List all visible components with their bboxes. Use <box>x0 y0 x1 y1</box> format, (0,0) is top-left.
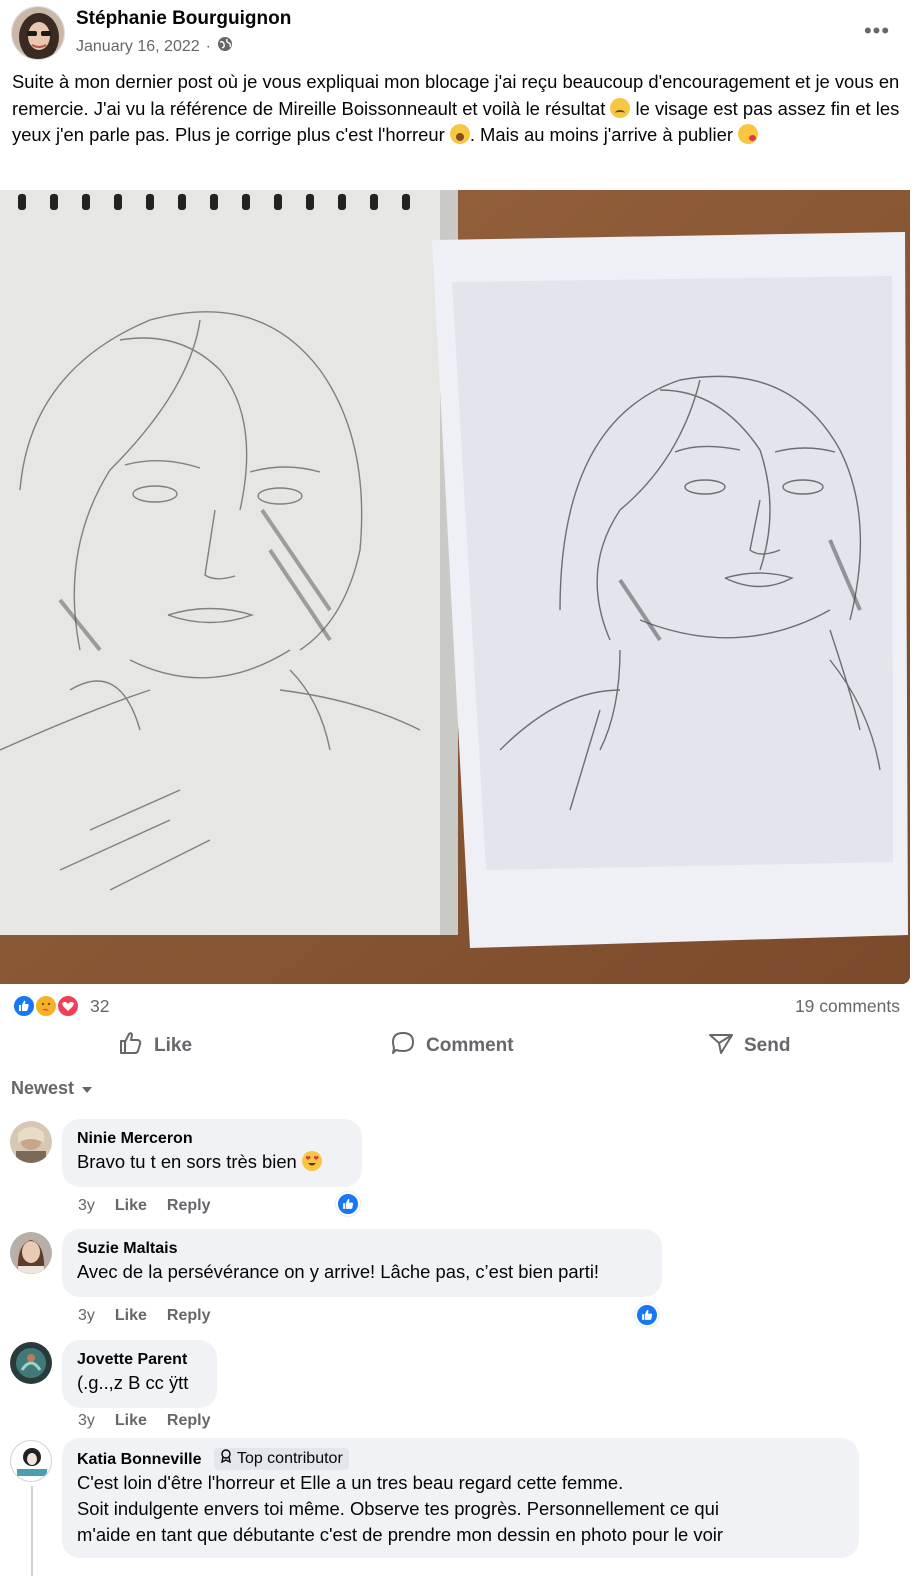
badge-label: Top contributor <box>236 1450 343 1467</box>
comment-actions: 3y Like Reply <box>78 1307 211 1325</box>
comment-age[interactable]: 3y <box>78 1197 95 1215</box>
commenter-name-row: Katia Bonneville Top contributor <box>77 1448 843 1470</box>
send-icon <box>708 1030 734 1062</box>
disappointed-face-icon <box>610 97 631 118</box>
send-label: Send <box>744 1035 791 1056</box>
comment-actions: 3y Like Reply <box>78 1412 211 1430</box>
comment-like-button[interactable]: Like <box>115 1307 147 1325</box>
crying-face-icon <box>449 124 470 144</box>
caret-down-icon <box>82 1086 93 1093</box>
like-label: Like <box>154 1035 193 1056</box>
commenter-avatar[interactable] <box>10 1440 52 1482</box>
author-avatar[interactable] <box>11 6 65 60</box>
care-reaction-icon <box>34 994 58 1018</box>
commenter-avatar[interactable] <box>10 1121 52 1163</box>
top-contributor-badge: Top contributor <box>213 1448 349 1470</box>
reaction-count[interactable]: 32 <box>90 996 109 1017</box>
comment-icon <box>390 1030 416 1062</box>
post-header: Stéphanie Bourguignon January 16, 2022 ·… <box>0 0 924 70</box>
reply-thread-line <box>31 1486 33 1576</box>
comment-text-content: Bravo tu t en sors très bien <box>77 1151 297 1172</box>
comment-bubble: Jovette Parent (.g..,z B cc ÿtt <box>62 1340 217 1408</box>
comment-text: Avec de la persévérance on y arrive! Lâc… <box>77 1261 600 1282</box>
post-text: Suite à mon dernier post où je vous expl… <box>12 69 912 149</box>
post-meta: January 16, 2022 · <box>76 36 233 57</box>
globe-icon <box>217 36 233 57</box>
comment-sort-dropdown[interactable]: Newest <box>11 1078 93 1099</box>
thumbs-up-icon <box>118 1030 144 1062</box>
action-bar: Like Comment Send <box>0 1028 924 1068</box>
comment-text: (.g..,z B cc ÿtt <box>77 1372 189 1393</box>
comment-reply-button[interactable]: Reply <box>167 1412 211 1430</box>
reactions-summary: 32 19 comments <box>12 992 900 1020</box>
meta-separator: · <box>205 37 211 55</box>
commenter-name[interactable]: Jovette Parent <box>77 1350 201 1370</box>
kiss-face-icon <box>738 124 759 144</box>
comment-reply-button[interactable]: Reply <box>167 1197 211 1215</box>
comment-label: Comment <box>426 1035 514 1056</box>
comment-like-button[interactable]: Like <box>115 1197 147 1215</box>
comment-like-button[interactable]: Like <box>115 1412 147 1430</box>
commenter-avatar[interactable] <box>10 1232 52 1274</box>
comment-like-reaction-icon[interactable] <box>635 1303 659 1327</box>
like-button[interactable]: Like <box>118 1028 192 1064</box>
comment-bubble: Katia Bonneville Top contributor C'est l… <box>62 1438 859 1558</box>
comment-age[interactable]: 3y <box>78 1307 95 1325</box>
comment-actions: 3y Like Reply <box>78 1197 211 1215</box>
send-button[interactable]: Send <box>708 1028 790 1064</box>
post-image[interactable] <box>0 190 910 984</box>
comment-age[interactable]: 3y <box>78 1412 95 1430</box>
commenter-name[interactable]: Ninie Merceron <box>77 1129 346 1149</box>
comment-text: Bravo tu t en sors très bien <box>77 1149 346 1175</box>
reaction-icons[interactable] <box>12 994 84 1018</box>
comment-like-reaction-icon[interactable] <box>336 1192 360 1216</box>
comment-button[interactable]: Comment <box>390 1028 514 1064</box>
commenter-name[interactable]: Katia Bonneville <box>77 1451 201 1468</box>
post-text-part-3: . Mais au moins j'arrive à publier <box>469 124 739 145</box>
comment-reply-button[interactable]: Reply <box>167 1307 211 1325</box>
love-reaction-icon <box>56 994 80 1018</box>
commenter-name[interactable]: Suzie Maltais <box>77 1239 646 1259</box>
comment-text-line: m'aide en tant que débutante c'est de pr… <box>77 1524 724 1545</box>
comment-bubble: Suzie Maltais Avec de la persévérance on… <box>62 1229 662 1297</box>
author-name[interactable]: Stéphanie Bourguignon <box>76 8 291 30</box>
post-date[interactable]: January 16, 2022 <box>76 38 200 56</box>
commenter-avatar[interactable] <box>10 1342 52 1384</box>
like-reaction-icon <box>12 994 36 1018</box>
award-icon <box>220 1449 232 1469</box>
comment-text-line: Soit indulgente envers toi même. Observe… <box>77 1498 719 1519</box>
heart-eyes-icon <box>301 1151 322 1171</box>
comment-bubble: Ninie Merceron Bravo tu t en sors très b… <box>62 1119 362 1187</box>
sort-label: Newest <box>11 1078 75 1098</box>
more-options-button[interactable]: ••• <box>862 16 892 46</box>
comments-count[interactable]: 19 comments <box>795 996 900 1017</box>
comment-text-line: C'est loin d'être l'horreur et Elle a un… <box>77 1472 624 1493</box>
